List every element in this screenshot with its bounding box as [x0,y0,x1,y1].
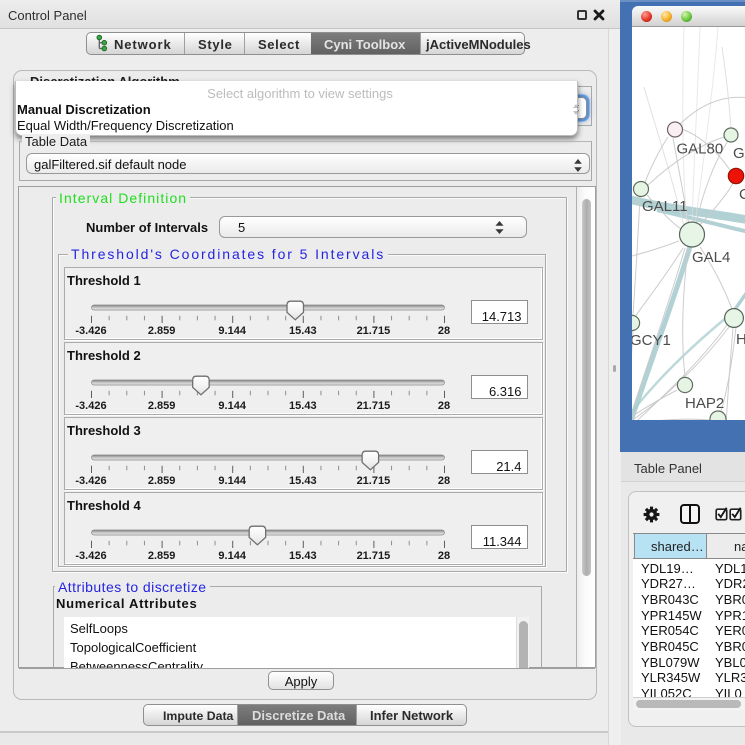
svg-text:GAL4: GAL4 [692,249,730,266]
svg-text:GAL11: GAL11 [642,198,688,215]
svg-text:GAL80: GAL80 [677,141,724,158]
svg-text:H: H [736,331,745,348]
svg-text:GA: GA [733,145,745,162]
svg-text:C: C [739,186,745,203]
svg-text:HAP2: HAP2 [685,395,724,412]
svg-text:GCY1: GCY1 [632,332,671,349]
